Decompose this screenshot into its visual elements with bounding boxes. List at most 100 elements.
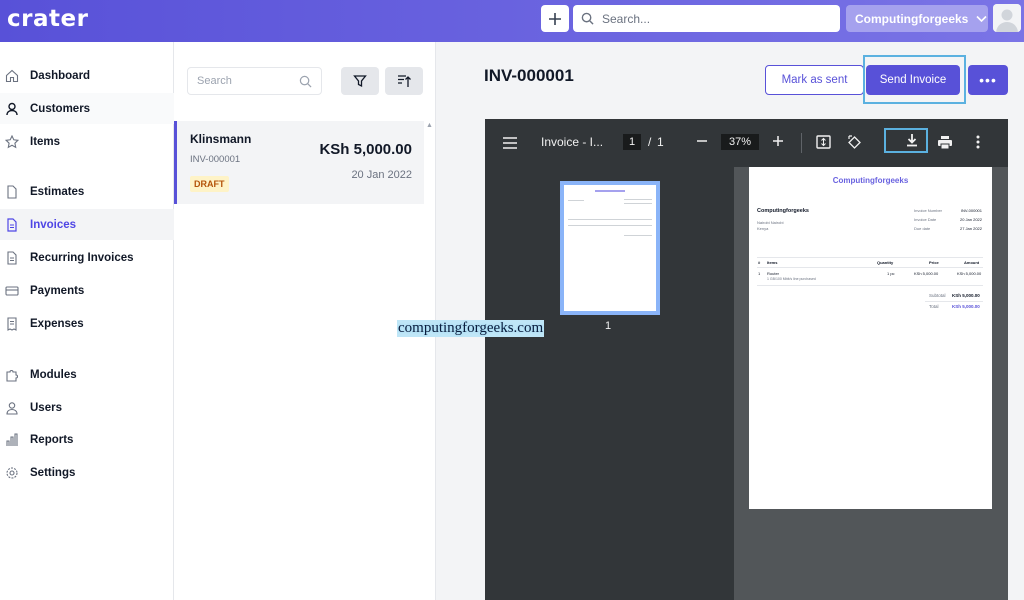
- sidebar-item-settings[interactable]: Settings: [0, 457, 174, 488]
- thumbnail-header: [595, 190, 625, 192]
- column-header: Items: [767, 260, 778, 265]
- column-header: Price: [929, 260, 939, 265]
- invoice-number: INV-000001: [190, 154, 241, 165]
- pdf-toolbar: Invoice - I... 1 / 1 37%: [485, 119, 1008, 167]
- sidebar-item-dashboard[interactable]: Dashboard: [0, 60, 174, 91]
- search-placeholder: Search: [197, 75, 232, 87]
- invoice-list-item[interactable]: Klinsmann INV-000001 KSh 5,000.00 20 Jan…: [174, 121, 424, 204]
- sidebar-item-label: Payments: [30, 284, 85, 297]
- sidebar-item-label: Users: [30, 401, 62, 414]
- sort-button[interactable]: [385, 67, 423, 95]
- document-icon: [5, 184, 19, 199]
- filter-icon: [353, 75, 367, 88]
- invoice-search-input[interactable]: Search: [187, 67, 322, 95]
- sidebar-item-label: Items: [30, 135, 61, 148]
- sidebar: Dashboard Customers Items Estimates Invo…: [0, 42, 174, 600]
- users-icon: [5, 401, 19, 415]
- table-cell: KSh 5,000.00: [957, 271, 982, 276]
- menu-icon[interactable]: [501, 134, 519, 152]
- sidebar-item-items[interactable]: Items: [0, 126, 174, 157]
- zoom-in-button[interactable]: [771, 131, 785, 151]
- column-header: Amount: [964, 260, 980, 265]
- sidebar-item-invoices[interactable]: Invoices: [0, 209, 174, 240]
- pdf-page: Computingforgeeks Computingforgeeks Nair…: [749, 167, 992, 509]
- star-icon: [5, 134, 19, 149]
- sidebar-item-label: Dashboard: [30, 69, 91, 82]
- chevron-down-icon: [976, 15, 987, 22]
- global-search-input[interactable]: Search...: [573, 5, 840, 32]
- sidebar-item-recurring-invoices[interactable]: Recurring Invoices: [0, 242, 174, 273]
- document-meta-labels: Invoice Number Invoice Date Due date: [914, 208, 943, 231]
- sidebar-item-label: Invoices: [30, 218, 77, 231]
- table-bottom-rule: [757, 285, 983, 286]
- credit-card-icon: [5, 284, 19, 298]
- print-icon: [938, 135, 952, 149]
- invoice-customer: Klinsmann: [190, 132, 252, 146]
- crater-logo[interactable]: crater: [7, 6, 88, 32]
- sidebar-item-label: Expenses: [30, 317, 84, 330]
- pdf-title: Invoice - I...: [541, 135, 604, 149]
- fit-page-button[interactable]: [815, 134, 831, 150]
- more-options-button[interactable]: [974, 134, 982, 150]
- sidebar-item-estimates[interactable]: Estimates: [0, 176, 174, 207]
- create-new-button[interactable]: [541, 5, 569, 32]
- sidebar-item-reports[interactable]: Reports: [0, 424, 174, 455]
- rotate-button[interactable]: [846, 134, 862, 150]
- page-number-input[interactable]: 1: [623, 134, 641, 150]
- fit-page-icon: [815, 135, 831, 149]
- gear-icon: [5, 466, 19, 480]
- kebab-icon: [976, 135, 980, 149]
- download-button[interactable]: [905, 133, 919, 147]
- total-label: Total: [929, 304, 939, 309]
- plus-icon: [549, 12, 561, 25]
- sidebar-item-label: Settings: [30, 466, 76, 479]
- watermark-text: computingforgeeks.com: [397, 320, 545, 337]
- mark-as-sent-button[interactable]: Mark as sent: [765, 65, 864, 95]
- invoice-icon: [5, 217, 19, 232]
- page-thumbnail[interactable]: [560, 181, 660, 315]
- sidebar-item-label: Customers: [30, 102, 91, 115]
- search-icon: [581, 12, 594, 25]
- sidebar-item-payments[interactable]: Payments: [0, 275, 174, 306]
- sidebar-item-expenses[interactable]: Expenses: [0, 308, 174, 339]
- table-cell: 1: [758, 271, 761, 276]
- chart-icon: [5, 432, 19, 447]
- search-icon: [299, 75, 312, 87]
- company-switcher-button[interactable]: Computingforgeeks: [846, 5, 988, 32]
- status-badge: DRAFT: [190, 176, 229, 192]
- sidebar-item-label: Recurring Invoices: [30, 251, 134, 264]
- table-header-rule: [757, 267, 983, 268]
- subtotal-label: Subtotal: [929, 293, 946, 298]
- zoom-out-button[interactable]: [695, 132, 709, 150]
- page-separator: /: [648, 135, 652, 149]
- filter-button[interactable]: [341, 67, 379, 95]
- sidebar-item-users[interactable]: Users: [0, 392, 174, 423]
- table-cell: KSh 5,000.00: [914, 271, 939, 276]
- home-icon: [5, 69, 19, 83]
- print-button[interactable]: [937, 134, 953, 150]
- document-meta-values: INV-000001 20 Jan 2022 27 Jan 2022: [959, 208, 982, 231]
- totals-rule: [925, 301, 983, 302]
- document-company: Computingforgeeks: [757, 208, 809, 214]
- page-title: INV-000001: [484, 66, 574, 85]
- subtotal-value: KSh 5,000.00: [952, 293, 980, 298]
- document-address: Nairobi Nairobi Kenya: [757, 220, 784, 231]
- recurring-icon: [5, 250, 19, 265]
- item-description: 1 GB/100 Mbit/s line purchased: [767, 277, 816, 281]
- invoice-date: 20 Jan 2022: [351, 169, 412, 181]
- sidebar-item-modules[interactable]: Modules: [0, 359, 174, 390]
- invoice-amount: KSh 5,000.00: [319, 141, 412, 158]
- send-invoice-button[interactable]: Send Invoice: [866, 65, 960, 95]
- user-avatar[interactable]: [993, 4, 1021, 32]
- column-header: Quantity: [877, 260, 894, 265]
- sidebar-item-label: Reports: [30, 433, 74, 446]
- more-actions-button[interactable]: •••: [968, 65, 1008, 95]
- scroll-up-arrow[interactable]: ▲: [426, 122, 434, 130]
- thumbnail-page-number: 1: [605, 320, 612, 332]
- receipt-icon: [5, 316, 19, 331]
- sidebar-item-customers[interactable]: Customers: [0, 93, 174, 124]
- zoom-level-input[interactable]: 37%: [721, 134, 759, 150]
- download-icon: [907, 134, 917, 147]
- sort-icon: [398, 75, 411, 87]
- user-icon: [5, 102, 19, 116]
